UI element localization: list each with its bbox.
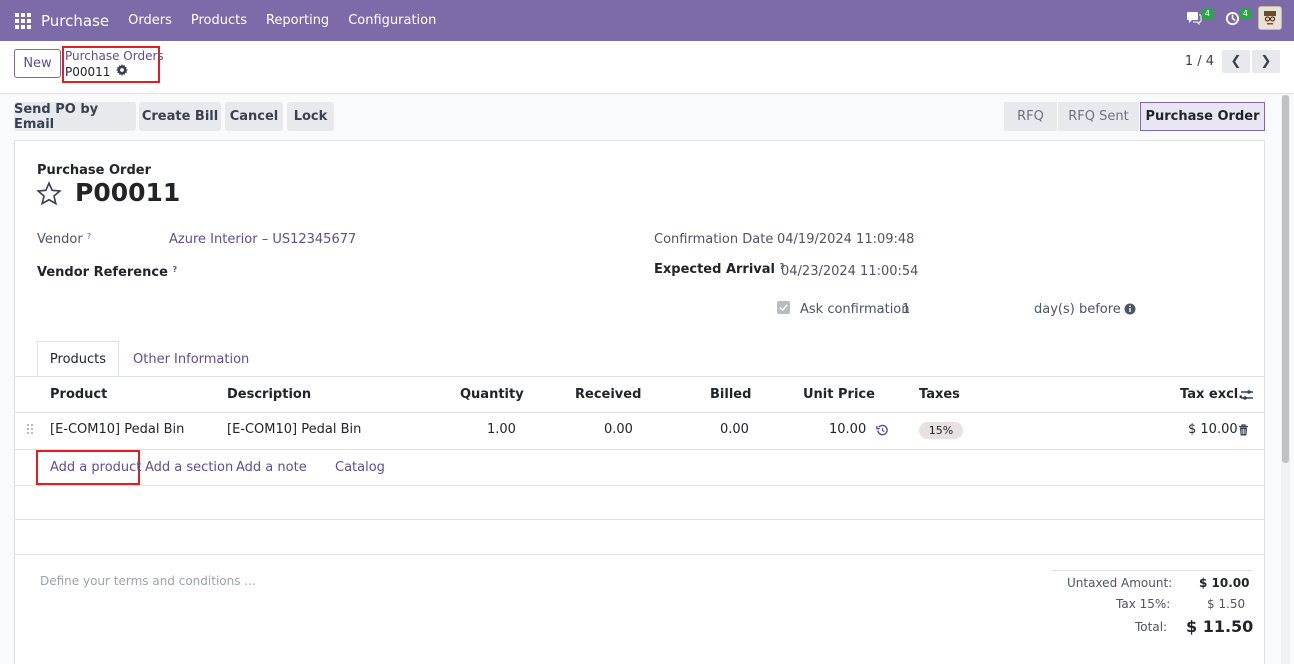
chevron-right-icon: ❯ xyxy=(1260,54,1272,69)
terms-conditions-input[interactable]: Define your terms and conditions ... xyxy=(40,574,256,588)
col-unit-price[interactable]: Unit Price xyxy=(803,387,875,402)
row-divider xyxy=(15,519,1264,520)
tab-products[interactable]: Products xyxy=(37,341,119,377)
confirmation-date-label: Confirmation Date xyxy=(654,232,774,247)
pager-value[interactable]: 1 / 4 xyxy=(1185,54,1214,69)
record-name: P00011 xyxy=(75,178,181,207)
tax-value: $ 1.50 xyxy=(1207,597,1246,611)
add-section-link[interactable]: Add a section xyxy=(145,460,233,475)
ask-confirmation-days-input[interactable]: 1 xyxy=(902,302,910,317)
app-name[interactable]: Purchase xyxy=(41,12,109,30)
col-tax-excl[interactable]: Tax excl. xyxy=(1180,387,1243,402)
col-description[interactable]: Description xyxy=(227,387,311,402)
confirmation-date-field[interactable]: 04/19/2024 11:09:48 xyxy=(777,232,914,247)
apps-menu-icon[interactable] xyxy=(15,12,31,29)
chat-badge: 4 xyxy=(1200,8,1214,20)
scrollbar-thumb[interactable] xyxy=(1282,95,1289,463)
vendor-field[interactable]: Azure Interior – US12345677 xyxy=(169,232,356,247)
gear-icon[interactable] xyxy=(116,64,129,79)
activity-badge: 4 xyxy=(1238,8,1252,20)
tax-tag[interactable]: 15% xyxy=(919,422,963,439)
star-icon[interactable] xyxy=(36,181,62,211)
totals-divider xyxy=(1052,570,1252,571)
expected-arrival-label: Expected Arrival ? xyxy=(654,262,784,277)
row-billed: 0.00 xyxy=(720,422,749,437)
user-avatar[interactable] xyxy=(1258,6,1282,30)
ask-confirmation-label: Ask confirmation xyxy=(800,302,910,317)
expected-arrival-field[interactable]: 04/23/2024 11:00:54 xyxy=(781,264,918,279)
vendor-label: Vendor ? xyxy=(37,232,91,247)
menu-products[interactable]: Products xyxy=(191,13,247,28)
help-mark: ? xyxy=(172,265,178,274)
row-unit-price[interactable]: 10.00 xyxy=(829,422,866,437)
row-description[interactable]: [E-COM10] Pedal Bin xyxy=(227,422,361,437)
row-divider xyxy=(15,485,1264,486)
days-before-label: day(s) before xyxy=(1034,302,1121,317)
create-bill-button[interactable]: Create Bill xyxy=(139,102,221,131)
row-divider xyxy=(15,449,1264,450)
chat-icon[interactable]: 4 xyxy=(1182,6,1214,30)
info-icon[interactable] xyxy=(1124,303,1136,319)
drag-handle-icon[interactable] xyxy=(26,423,34,439)
statusbar: RFQ RFQ Sent Purchase Order xyxy=(1004,102,1265,131)
col-product[interactable]: Product xyxy=(50,387,107,402)
add-product-link[interactable]: Add a product xyxy=(50,460,141,475)
breadcrumb-purchase-orders[interactable]: Purchase Orders xyxy=(65,49,164,63)
menu-orders[interactable]: Orders xyxy=(128,13,172,28)
status-rfq[interactable]: RFQ xyxy=(1004,102,1058,131)
send-po-email-button[interactable]: Send PO by Email xyxy=(14,102,136,132)
record-type-label: Purchase Order xyxy=(37,163,152,178)
col-taxes[interactable]: Taxes xyxy=(919,387,960,402)
top-navbar: Purchase Orders Products Reporting Confi… xyxy=(0,0,1294,41)
status-purchase-order[interactable]: Purchase Order xyxy=(1140,102,1265,131)
add-note-link[interactable]: Add a note xyxy=(236,460,307,475)
cancel-button[interactable]: Cancel xyxy=(225,102,283,131)
row-received[interactable]: 0.00 xyxy=(604,422,633,437)
untaxed-amount-value: $ 10.00 xyxy=(1199,576,1250,590)
tab-other-information[interactable]: Other Information xyxy=(133,341,249,377)
untaxed-amount-label: Untaxed Amount: xyxy=(1067,576,1173,590)
tax-label: Tax 15%: xyxy=(1116,597,1171,611)
header-divider xyxy=(15,412,1264,413)
new-button[interactable]: New xyxy=(14,49,61,78)
vendor-reference-label: Vendor Reference ? xyxy=(37,265,177,280)
catalog-link[interactable]: Catalog xyxy=(335,460,385,475)
help-mark: ? xyxy=(86,232,92,241)
vendor-reference-label-text: Vendor Reference xyxy=(37,265,168,280)
menu-reporting[interactable]: Reporting xyxy=(266,13,329,28)
row-subtotal: $ 10.00 xyxy=(1188,422,1238,437)
total-value: $ 11.50 xyxy=(1186,617,1254,636)
lock-button[interactable]: Lock xyxy=(287,102,334,131)
col-quantity[interactable]: Quantity xyxy=(460,387,524,402)
control-panel: New Purchase Orders P00011 1 / 4 ❮ ❯ xyxy=(0,41,1294,94)
breadcrumb-current: P00011 xyxy=(65,64,129,79)
chevron-left-icon: ❮ xyxy=(1230,54,1242,69)
col-received[interactable]: Received xyxy=(575,387,641,402)
row-quantity[interactable]: 1.00 xyxy=(487,422,516,437)
vendor-label-text: Vendor xyxy=(37,232,83,247)
pager-previous-button[interactable]: ❮ xyxy=(1222,50,1250,73)
expected-arrival-label-text: Expected Arrival xyxy=(654,262,775,277)
menu-configuration[interactable]: Configuration xyxy=(348,13,436,28)
optional-columns-icon[interactable] xyxy=(1240,388,1254,406)
pager-next-button[interactable]: ❯ xyxy=(1252,50,1280,73)
page-scrollbar[interactable] xyxy=(1281,95,1290,664)
history-icon[interactable] xyxy=(876,424,889,441)
col-billed[interactable]: Billed xyxy=(710,387,751,402)
ask-confirmation-checkbox[interactable] xyxy=(777,301,790,314)
total-label: Total: xyxy=(1135,620,1168,634)
activity-clock-icon[interactable]: 4 xyxy=(1220,6,1252,30)
status-rfq-sent[interactable]: RFQ Sent xyxy=(1058,102,1140,131)
tabs-divider xyxy=(15,376,1264,377)
breadcrumb-current-label: P00011 xyxy=(65,64,111,79)
row-product[interactable]: [E-COM10] Pedal Bin xyxy=(50,422,184,437)
trash-icon[interactable] xyxy=(1238,424,1249,440)
table-bottom-divider xyxy=(15,554,1264,555)
